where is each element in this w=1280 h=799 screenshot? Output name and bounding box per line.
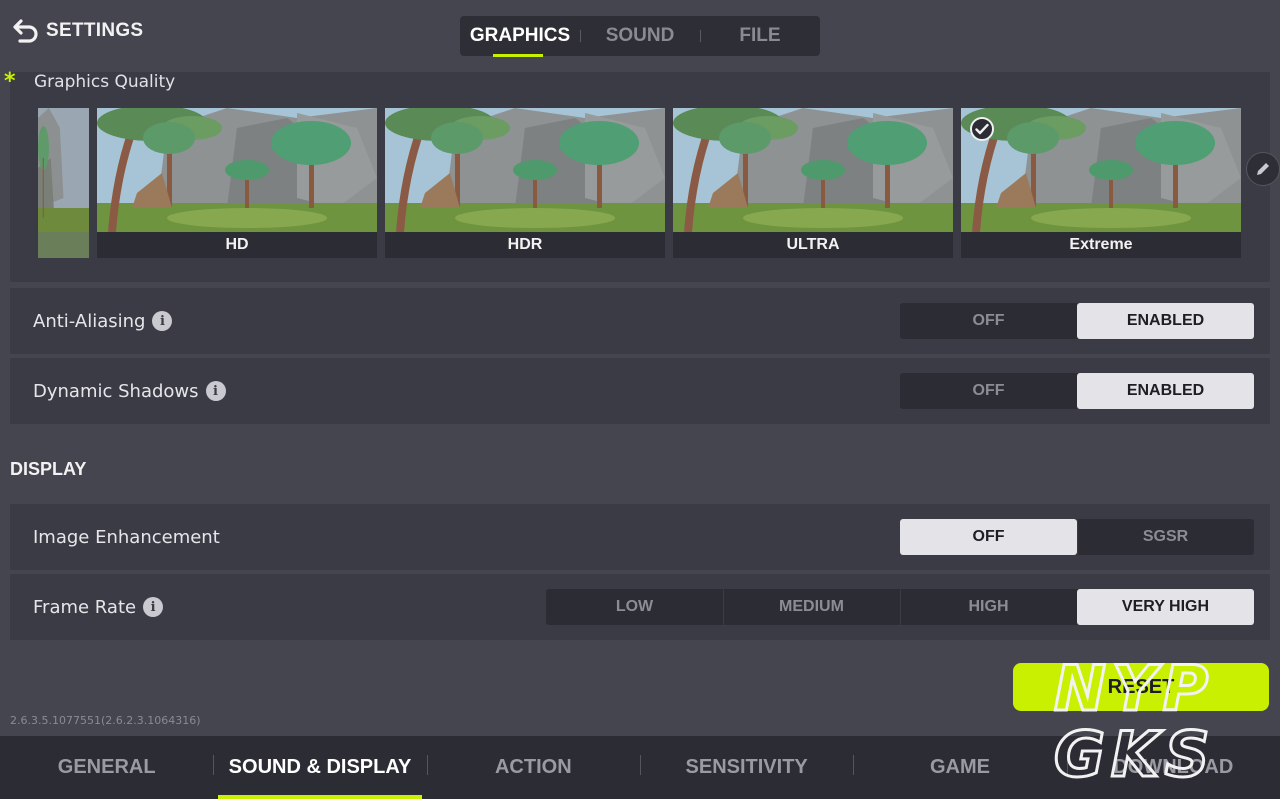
image-enhancement-row: Image Enhancement OFF SGSR: [10, 504, 1270, 570]
dynamic-shadows-off[interactable]: OFF: [900, 373, 1077, 409]
quality-option-hd[interactable]: HD: [97, 108, 377, 258]
scene-image: [38, 108, 89, 232]
scene-image: [97, 108, 377, 232]
quality-label-hdr: HDR: [385, 232, 665, 258]
nav-sensitivity[interactable]: SENSITIVITY: [639, 736, 853, 799]
quality-option-hdr[interactable]: HDR: [385, 108, 665, 258]
frame-rate-high[interactable]: HIGH: [900, 589, 1077, 625]
anti-aliasing-label: Anti-Aliasing: [33, 310, 146, 332]
quality-option-partial[interactable]: [38, 108, 89, 258]
anti-aliasing-row: Anti-Aliasing i OFF ENABLED: [10, 288, 1270, 354]
dynamic-shadows-row: Dynamic Shadows i OFF ENABLED: [10, 358, 1270, 424]
frame-rate-selector: LOW MEDIUM HIGH VERY HIGH: [546, 589, 1254, 625]
frame-rate-label: Frame Rate: [33, 596, 137, 618]
top-tab-bar: GRAPHICS SOUND FILE: [460, 16, 820, 57]
frame-rate-low[interactable]: LOW: [546, 589, 723, 625]
anti-aliasing-toggle: OFF ENABLED: [900, 303, 1254, 339]
dynamic-shadows-enabled[interactable]: ENABLED: [1077, 373, 1254, 409]
quality-label-extreme: Extreme: [961, 232, 1241, 258]
graphics-quality-title: Graphics Quality: [34, 72, 176, 92]
anti-aliasing-enabled[interactable]: ENABLED: [1077, 303, 1254, 339]
nav-action[interactable]: ACTION: [426, 736, 640, 799]
back-button[interactable]: SETTINGS: [12, 18, 143, 44]
dynamic-shadows-label: Dynamic Shadows: [33, 380, 199, 402]
pencil-icon: [1257, 163, 1269, 175]
frame-rate-label-wrap: Frame Rate i: [33, 574, 164, 640]
anti-aliasing-off[interactable]: OFF: [900, 303, 1077, 339]
scene-image: [673, 108, 953, 232]
tab-sound[interactable]: SOUND: [580, 16, 700, 56]
image-enhancement-off[interactable]: OFF: [900, 519, 1077, 555]
scene-image: [385, 108, 665, 232]
header: SETTINGS GRAPHICS SOUND FILE: [0, 0, 1280, 72]
graphics-quality-panel: * Graphics Quality HD HDR ULTRA Extreme: [4, 69, 1270, 282]
quality-label-ultra: ULTRA: [673, 232, 953, 258]
checkmark-icon: [970, 117, 994, 141]
image-enhancement-label: Image Enhancement: [33, 526, 220, 548]
asterisk-icon: *: [4, 69, 16, 94]
image-enhancement-sgsr[interactable]: SGSR: [1077, 519, 1254, 555]
image-enhancement-toggle: OFF SGSR: [900, 519, 1254, 555]
reset-button[interactable]: RESET: [1013, 663, 1269, 711]
nav-game[interactable]: GAME: [853, 736, 1066, 799]
scene-image: [961, 108, 1241, 232]
bottom-nav: GENERAL SOUND & DISPLAY ACTION SENSITIVI…: [0, 736, 1280, 799]
quality-option-ultra[interactable]: ULTRA: [673, 108, 953, 258]
quality-label-hd: HD: [97, 232, 377, 258]
tab-file[interactable]: FILE: [700, 16, 820, 56]
quality-option-extreme[interactable]: Extreme: [961, 108, 1241, 258]
anti-aliasing-label-wrap: Anti-Aliasing i: [33, 288, 173, 354]
display-section-title: DISPLAY: [10, 459, 87, 479]
tab-graphics[interactable]: GRAPHICS: [460, 16, 580, 57]
back-arrow-icon: [13, 19, 38, 43]
frame-rate-very-high[interactable]: VERY HIGH: [1077, 589, 1254, 625]
settings-title: SETTINGS: [46, 20, 144, 41]
version-text: 2.6.3.5.1077551(2.6.2.3.1064316): [10, 714, 201, 727]
nav-sound-display[interactable]: SOUND & DISPLAY: [213, 736, 426, 799]
frame-rate-row: Frame Rate i LOW MEDIUM HIGH VERY HIGH: [10, 574, 1270, 640]
info-icon[interactable]: i: [143, 597, 164, 617]
nav-general[interactable]: GENERAL: [0, 736, 213, 799]
dynamic-shadows-label-wrap: Dynamic Shadows i: [33, 358, 226, 424]
info-icon[interactable]: i: [152, 311, 173, 331]
frame-rate-medium[interactable]: MEDIUM: [723, 589, 900, 625]
nav-download[interactable]: DOWNLOAD: [1066, 736, 1280, 799]
edit-button[interactable]: [1246, 152, 1280, 186]
info-icon[interactable]: i: [205, 381, 226, 401]
dynamic-shadows-toggle: OFF ENABLED: [900, 373, 1254, 409]
